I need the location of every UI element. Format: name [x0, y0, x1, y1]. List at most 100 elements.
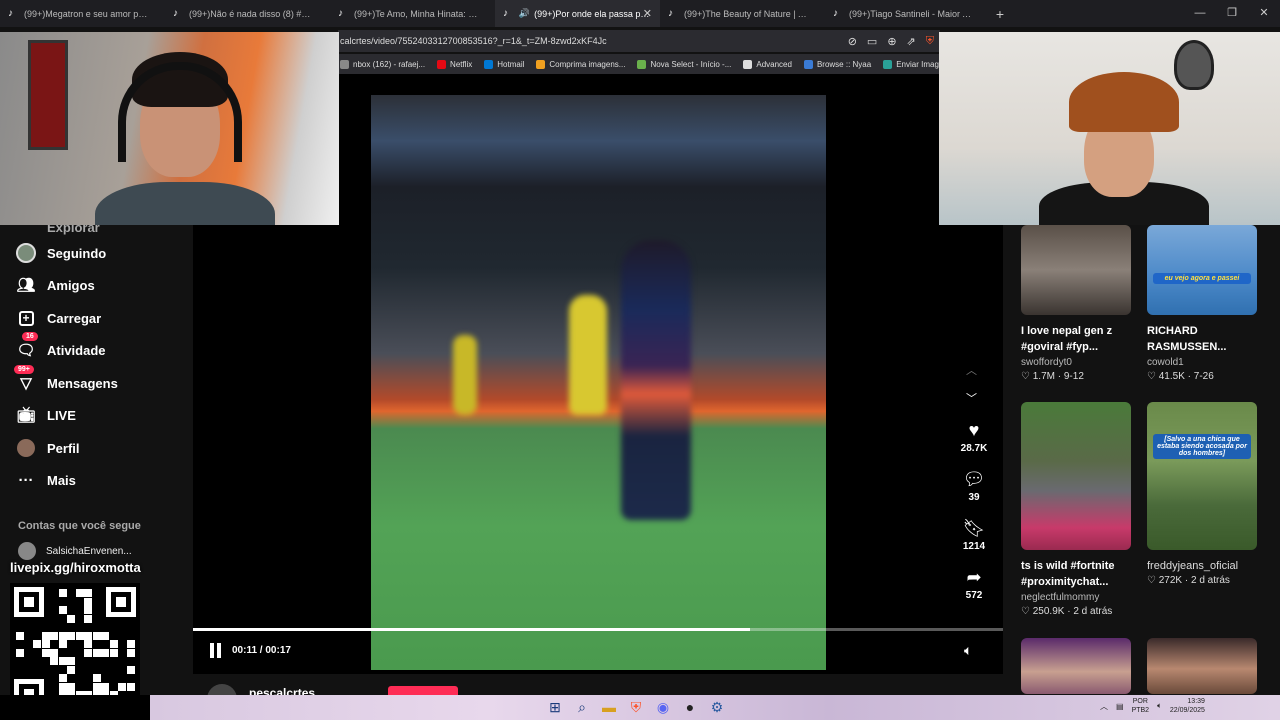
network-icon[interactable]: ▤	[1116, 702, 1124, 711]
chevron-up-icon[interactable]: ︿	[1100, 701, 1108, 712]
new-tab-button[interactable]: +	[990, 6, 1010, 22]
bookmark-item[interactable]: Comprima imagens...	[536, 59, 626, 69]
windows-start-icon[interactable]: ⊞	[545, 697, 565, 717]
video-figure	[569, 295, 607, 415]
pause-icon[interactable]	[209, 643, 223, 658]
qr-module	[16, 631, 24, 640]
like-action[interactable]: ♥ 28.7K	[952, 420, 996, 454]
obs-icon[interactable]: ●	[680, 697, 700, 717]
sidebar-item-following[interactable]: Seguindo	[16, 241, 106, 265]
next-video-icon[interactable]: ﹀	[966, 390, 977, 406]
tab-title: (99+)Não é nada disso (8) #gta #me	[189, 8, 314, 19]
keyboard-layout: PTB2	[1131, 707, 1150, 714]
share-arrow-icon[interactable]: ➦	[952, 567, 996, 587]
browser-tab[interactable]: ♪ (99+)Te Amo, Minha Hinata: Uma M	[330, 0, 495, 27]
minimize-icon[interactable]: —	[1184, 0, 1216, 27]
recommendation-card[interactable]: eu vejo agora e passei RICHARD RASMUSSEN…	[1147, 225, 1257, 382]
following-avatar-icon	[16, 243, 36, 263]
bookmark-label: Comprima imagens...	[549, 59, 626, 69]
browser-tab[interactable]: ♪ (99+)Tiago Santineli - Maior Adversá	[825, 0, 990, 27]
recommendation-user[interactable]: cowold1	[1147, 357, 1257, 368]
browser-tab[interactable]: ♪ (99+)Megatron e seu amor pelo cub	[0, 0, 165, 27]
share-icon[interactable]: ⇗	[907, 35, 916, 48]
qr-module	[75, 631, 84, 640]
video-progress-bar[interactable]	[193, 628, 1003, 631]
address-bar[interactable]: calcrtes/video/7552403312700853516?_r=1&…	[338, 30, 940, 52]
followed-account[interactable]: SalsichaEnvenen...	[18, 542, 132, 560]
recommendation-card[interactable]: [Salvo a una chica que estaba siendo aco…	[1147, 402, 1257, 586]
video-thumbnail[interactable]: [Salvo a una chica que estaba siendo aco…	[1147, 402, 1257, 550]
share-action[interactable]: ➦ 572	[952, 567, 996, 601]
qr-module	[58, 682, 67, 691]
sidebar-item-messages[interactable]: ▽ 99+ Mensagens	[14, 365, 118, 395]
video-thumbnail[interactable]	[1021, 402, 1131, 550]
save-action[interactable]: 🔖︎ 1214	[952, 518, 996, 552]
browser-tab-active[interactable]: ♪ 🔊 (99+)Por onde ela passa para ✕	[495, 0, 660, 27]
cast-icon[interactable]: ▭	[867, 35, 877, 48]
qr-module	[126, 640, 135, 648]
maximize-icon[interactable]: ❐	[1216, 0, 1248, 27]
recommendation-card[interactable]	[1147, 638, 1257, 694]
video-thumbnail[interactable]	[1021, 638, 1131, 694]
comment-action[interactable]: 💬︎ 39	[952, 469, 996, 503]
bookmark-item[interactable]: Advanced	[743, 59, 792, 69]
brave-shield-icon[interactable]: ⛨	[926, 35, 934, 48]
close-tab-icon[interactable]: ✕	[643, 7, 652, 20]
browser-tab[interactable]: ♪ (99+)The Beauty of Nature | A Thank	[660, 0, 825, 27]
close-window-icon[interactable]: ✕	[1248, 0, 1280, 27]
webcam-right	[939, 32, 1280, 225]
settings-gear-icon[interactable]: ⚙	[707, 697, 727, 717]
video-thumbnail[interactable]	[1147, 638, 1257, 694]
recommendation-user[interactable]: freddyjeans_oficial	[1147, 560, 1257, 572]
comment-icon[interactable]: 💬︎	[952, 469, 996, 489]
sidebar-item-activity[interactable]: 🗨︎ 16 Atividade	[16, 332, 106, 362]
file-explorer-icon[interactable]: ▬	[599, 697, 619, 717]
bookmark-item[interactable]: Nova Select - Início -...	[637, 59, 732, 69]
qr-module	[58, 640, 67, 648]
recommendation-card[interactable]: I love nepal gen z #goviral #fyp... swof…	[1021, 225, 1131, 382]
bookmark-label: Nova Select - Início -...	[650, 59, 732, 69]
reader-mode-icon[interactable]: ⊘	[848, 35, 857, 48]
sidebar-item-more[interactable]: ··· Mais	[16, 468, 76, 492]
bookmark-favicon-icon	[437, 59, 447, 69]
share-count: 572	[965, 590, 983, 601]
recommendation-likes: 41.5K	[1158, 371, 1185, 382]
bookmark-label: Enviar Imagem	[896, 59, 940, 69]
language-indicator[interactable]: POR PTB2	[1132, 697, 1150, 715]
tab-title: (99+)Te Amo, Minha Hinata: Uma M	[354, 8, 479, 19]
sidebar-item-live[interactable]: 📺︎ LIVE	[16, 403, 75, 427]
sidebar-item-profile[interactable]: Perfil	[16, 436, 80, 460]
bookmark-item[interactable]: Enviar Imagem	[883, 59, 940, 69]
video-player[interactable]	[371, 95, 826, 670]
qr-module	[67, 631, 75, 640]
sidebar-item-upload[interactable]: + Carregar	[16, 306, 101, 330]
discord-icon[interactable]: ◉	[653, 697, 673, 717]
recommendation-card[interactable]: ts is wild #fortnite #proximitychat... n…	[1021, 402, 1131, 617]
url-text[interactable]: calcrtes/video/7552403312700853516?_r=1&…	[340, 36, 607, 46]
volume-icon[interactable]: 🔈︎	[964, 642, 972, 659]
bookmark-icon[interactable]: 🔖︎	[952, 518, 996, 538]
sidebar-item-friends[interactable]: 👥︎ Amigos	[16, 273, 94, 297]
speaker-icon[interactable]: 🔊	[519, 8, 530, 19]
recommendation-user[interactable]: neglectfulmommy	[1021, 592, 1131, 603]
previous-video-icon[interactable]: ︿	[966, 362, 977, 378]
bookmark-item[interactable]: nbox (162) - rafaej...	[340, 59, 425, 69]
recommendation-user[interactable]: swoffordyt0	[1021, 357, 1131, 368]
qr-module	[58, 606, 67, 614]
brave-browser-icon[interactable]: ⛨	[626, 697, 646, 717]
qr-module	[41, 631, 50, 640]
heart-icon[interactable]: ♥	[952, 420, 996, 440]
bookmark-item[interactable]: Netflix	[437, 59, 472, 69]
bookmark-item[interactable]: Browse :: Nyaa	[803, 59, 871, 69]
search-icon[interactable]: ⌕	[572, 697, 592, 717]
video-thumbnail[interactable]: eu vejo agora e passei	[1147, 225, 1257, 315]
browser-tab[interactable]: ♪ (99+)Não é nada disso (8) #gta #me	[165, 0, 330, 27]
bookmark-item[interactable]: Hotmail	[484, 59, 524, 69]
sidebar-item-label: Atividade	[47, 342, 106, 358]
video-thumbnail[interactable]	[1021, 225, 1131, 315]
zoom-icon[interactable]: ⊕	[887, 35, 896, 48]
clock[interactable]: 13:39 22/09/2025	[1170, 697, 1205, 715]
address-bar-icons: ⊘ ▭ ⊕ ⇗ ⛨	[848, 35, 940, 48]
recommendation-card[interactable]	[1021, 638, 1131, 694]
volume-tray-icon[interactable]: 🔈︎	[1157, 701, 1162, 711]
